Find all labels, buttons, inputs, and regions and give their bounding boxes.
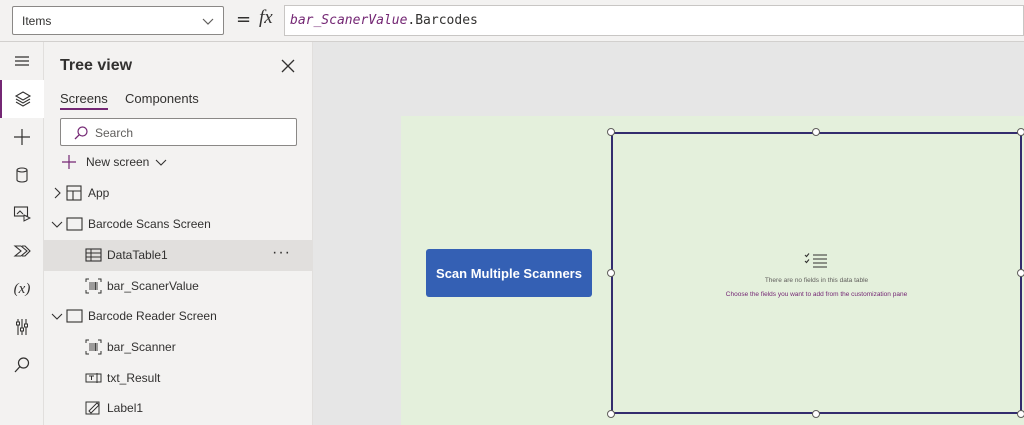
- resize-handle-bottom-right[interactable]: [1017, 410, 1024, 418]
- variables-button[interactable]: (x): [0, 270, 44, 308]
- formula-input[interactable]: bar_ScanerValue.Barcodes: [284, 5, 1024, 36]
- property-dropdown-value: Items: [22, 14, 52, 28]
- tab-components[interactable]: Components: [125, 91, 199, 106]
- equals-sign: =: [236, 9, 252, 30]
- tree-node-label1[interactable]: Label1: [44, 393, 312, 424]
- app-icon: [66, 185, 82, 201]
- chevron-down-icon: [202, 18, 214, 25]
- new-screen-button[interactable]: New screen: [62, 153, 167, 171]
- chevron-right-icon[interactable]: [51, 187, 63, 199]
- tree-node-txt-result[interactable]: txt_Result: [44, 363, 312, 394]
- insert-icon: [14, 129, 30, 145]
- datatable-empty-message: There are no fields in this data table: [764, 277, 869, 284]
- fx-icon: fx: [259, 7, 273, 28]
- power-automate-icon: [13, 245, 31, 257]
- formula-property: .Barcodes: [407, 13, 478, 28]
- advanced-tools-icon: [16, 319, 28, 335]
- tree-node-datatable1[interactable]: DataTable1 ···: [44, 240, 312, 271]
- left-rail: (x): [0, 42, 44, 425]
- tree-node-label: bar_ScanerValue: [107, 279, 199, 293]
- tab-screens[interactable]: Screens: [60, 91, 108, 110]
- search-icon: [14, 357, 30, 373]
- property-dropdown[interactable]: Items: [12, 6, 224, 35]
- plus-icon: [62, 155, 76, 169]
- variables-icon: (x): [13, 280, 31, 297]
- search-icon: [74, 126, 88, 140]
- scan-multiple-scanners-button[interactable]: Scan Multiple Scanners: [426, 249, 592, 297]
- resize-handle-bottom-left[interactable]: [607, 410, 615, 418]
- tree-node-label: Label1: [107, 401, 144, 415]
- tree-node-barcode-reader-screen[interactable]: Barcode Reader Screen: [44, 301, 312, 332]
- resize-handle-right[interactable]: [1017, 269, 1024, 277]
- screen-icon: [66, 309, 83, 323]
- datatable1-control[interactable]: [611, 132, 1022, 414]
- menu-button[interactable]: [0, 42, 44, 80]
- advanced-tools-button[interactable]: [0, 308, 44, 346]
- data-icon: [16, 167, 28, 183]
- tree-node-label: Barcode Reader Screen: [88, 309, 217, 323]
- tree-node-bar-scanner[interactable]: bar_Scanner: [44, 332, 312, 363]
- insert-button[interactable]: [0, 118, 44, 156]
- resize-handle-top[interactable]: [812, 128, 820, 136]
- tree-node-bar-scanervalue[interactable]: bar_ScanerValue: [44, 271, 312, 302]
- chevron-down-icon: [155, 159, 167, 166]
- tree-view-button[interactable]: [0, 80, 44, 118]
- tree-node-label: txt_Result: [107, 371, 161, 385]
- data-button[interactable]: [0, 156, 44, 194]
- datatable-empty-hint: Choose the fields you want to add from t…: [725, 291, 908, 298]
- resize-handle-left[interactable]: [607, 269, 615, 277]
- screen-icon: [66, 217, 83, 231]
- resize-handle-bottom[interactable]: [812, 410, 820, 418]
- tree-node-app[interactable]: App: [44, 178, 312, 209]
- formula-text: bar_ScanerValue.Barcodes: [290, 13, 478, 28]
- tree-view-panel: Tree view Screens Components Search New …: [44, 42, 313, 425]
- more-options-icon[interactable]: ···: [272, 244, 291, 262]
- tree-node-label: App: [88, 186, 110, 200]
- menu-icon: [15, 56, 29, 66]
- new-screen-label: New screen: [86, 155, 150, 169]
- barcode-icon: [85, 339, 102, 355]
- power-automate-button[interactable]: [0, 232, 44, 270]
- search-button[interactable]: [0, 346, 44, 384]
- media-button[interactable]: [0, 194, 44, 232]
- text-input-icon: [85, 373, 102, 383]
- label-icon: [85, 401, 100, 415]
- checklist-icon: [804, 253, 827, 268]
- tree-view-title: Tree view: [60, 57, 133, 74]
- resize-handle-top-left[interactable]: [607, 128, 615, 136]
- resize-handle-top-right[interactable]: [1017, 128, 1024, 136]
- close-icon[interactable]: [280, 58, 296, 74]
- media-icon: [13, 206, 31, 222]
- datatable-icon: [85, 248, 102, 262]
- formula-bar: Items = fx bar_ScanerValue.Barcodes: [0, 0, 1024, 42]
- layers-icon: [14, 91, 32, 107]
- tree-node-barcode-scans-screen[interactable]: Barcode Scans Screen: [44, 209, 312, 240]
- tree-node-label: Barcode Scans Screen: [88, 217, 211, 231]
- chevron-down-icon[interactable]: [51, 218, 63, 230]
- tree-node-label: DataTable1: [107, 248, 168, 262]
- chevron-down-icon[interactable]: [51, 310, 63, 322]
- barcode-icon: [85, 278, 102, 294]
- tree-node-label: bar_Scanner: [107, 340, 176, 354]
- tree-search-input[interactable]: Search: [60, 118, 297, 146]
- formula-variable: bar_ScanerValue: [290, 13, 408, 28]
- search-placeholder: Search: [95, 126, 134, 140]
